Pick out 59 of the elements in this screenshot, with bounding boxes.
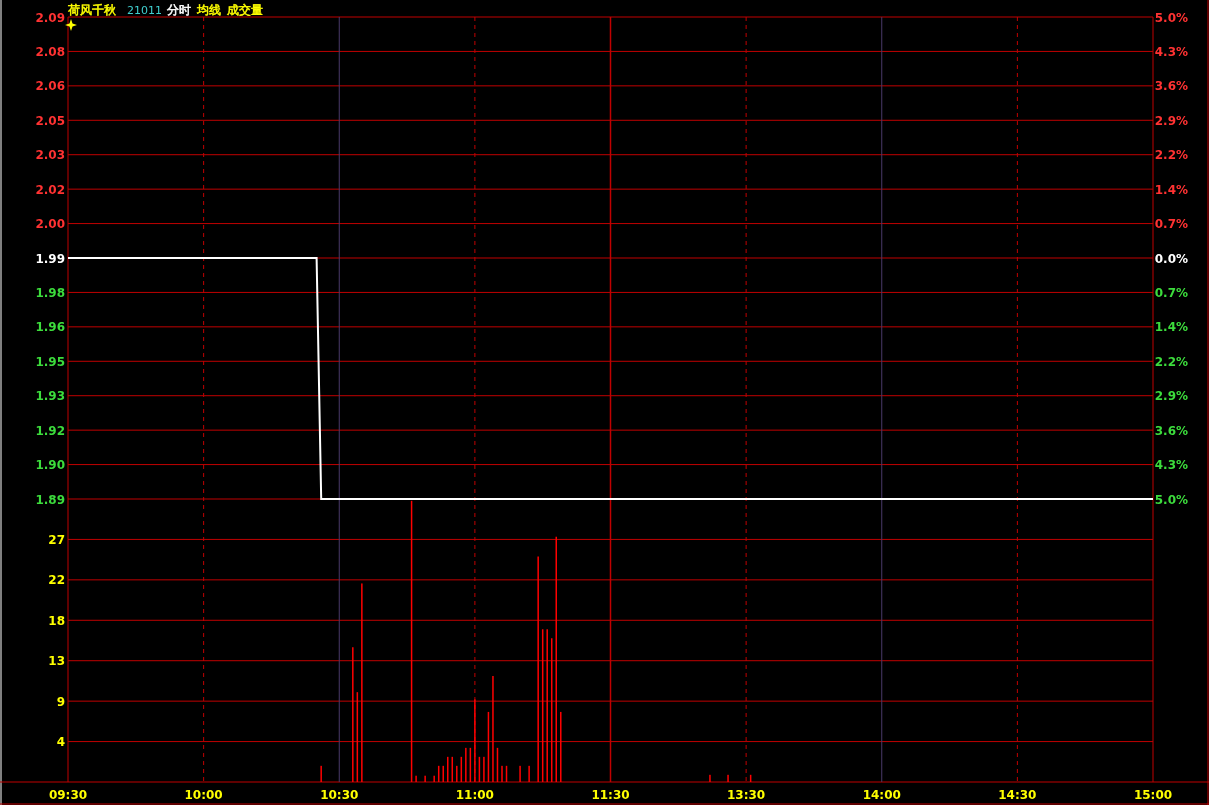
price-label: 2.05 <box>35 113 65 128</box>
stock-code: 21011 <box>127 4 162 17</box>
price-label: 1.93 <box>35 389 65 404</box>
price-label: 2.08 <box>35 44 65 59</box>
price-label: 1.96 <box>35 320 65 335</box>
percent-label: 0.7% <box>1154 217 1188 232</box>
percent-label: 5.0% <box>1154 10 1188 25</box>
star-icon <box>65 19 77 31</box>
price-label: 1.98 <box>35 285 65 300</box>
stock-name: 荷风千秋 <box>68 3 116 17</box>
price-label: 2.06 <box>35 79 65 94</box>
volume-label: 13 <box>48 654 65 669</box>
volume-bar <box>437 765 440 782</box>
series-label: 分时 <box>167 3 191 17</box>
time-label: 10:00 <box>184 788 223 802</box>
volume-bar <box>505 765 508 782</box>
volume-label: 22 <box>48 573 65 588</box>
time-label: 14:30 <box>998 788 1037 802</box>
percent-label: 2.2% <box>1154 148 1188 163</box>
percent-label: 2.2% <box>1154 354 1188 369</box>
percent-label: 4.3% <box>1154 44 1188 59</box>
volume-bar <box>469 747 472 782</box>
volume-label: 27 <box>48 532 65 547</box>
time-label: 14:00 <box>862 788 901 802</box>
percent-label: 1.4% <box>1154 182 1188 197</box>
time-label: 11:00 <box>455 788 494 802</box>
time-label: 15:00 <box>1133 788 1173 802</box>
volume-bar <box>749 774 752 782</box>
percent-label: 0.7% <box>1154 285 1188 300</box>
price-label: 1.95 <box>35 354 65 369</box>
volume-label: 4 <box>56 735 65 750</box>
time-label: 11:30 <box>591 788 630 802</box>
price-label: 1.89 <box>35 492 65 507</box>
price-label: 1.92 <box>35 423 65 438</box>
volume-bar <box>460 756 463 782</box>
percent-label: 5.0% <box>1154 492 1188 507</box>
percent-label: 2.9% <box>1154 389 1188 404</box>
time-label: 10:30 <box>320 788 359 802</box>
volume-label: 9 <box>56 694 65 709</box>
volume-bar <box>478 756 481 782</box>
volume-bar <box>496 747 499 782</box>
time-label: 09:30 <box>48 788 88 802</box>
price-label: 2.00 <box>35 217 65 232</box>
series-label: 成交量 <box>227 3 263 17</box>
indicator-label: 均线 <box>197 3 221 17</box>
price-label: 2.02 <box>35 182 65 197</box>
price-label: 2.09 <box>35 10 65 25</box>
time-label: 13:30 <box>727 788 766 802</box>
price-label: 1.90 <box>35 458 65 473</box>
price-label: 1.99 <box>35 251 65 266</box>
percent-label: 3.6% <box>1154 423 1188 438</box>
volume-bar <box>487 711 490 782</box>
percent-label: 0.0% <box>1154 251 1188 266</box>
percent-label: 2.9% <box>1154 113 1188 128</box>
percent-label: 1.4% <box>1154 320 1188 335</box>
price-label: 2.03 <box>35 148 65 163</box>
percent-label: 4.3% <box>1154 458 1188 473</box>
percent-label: 3.6% <box>1154 79 1188 94</box>
volume-label: 18 <box>48 613 65 628</box>
